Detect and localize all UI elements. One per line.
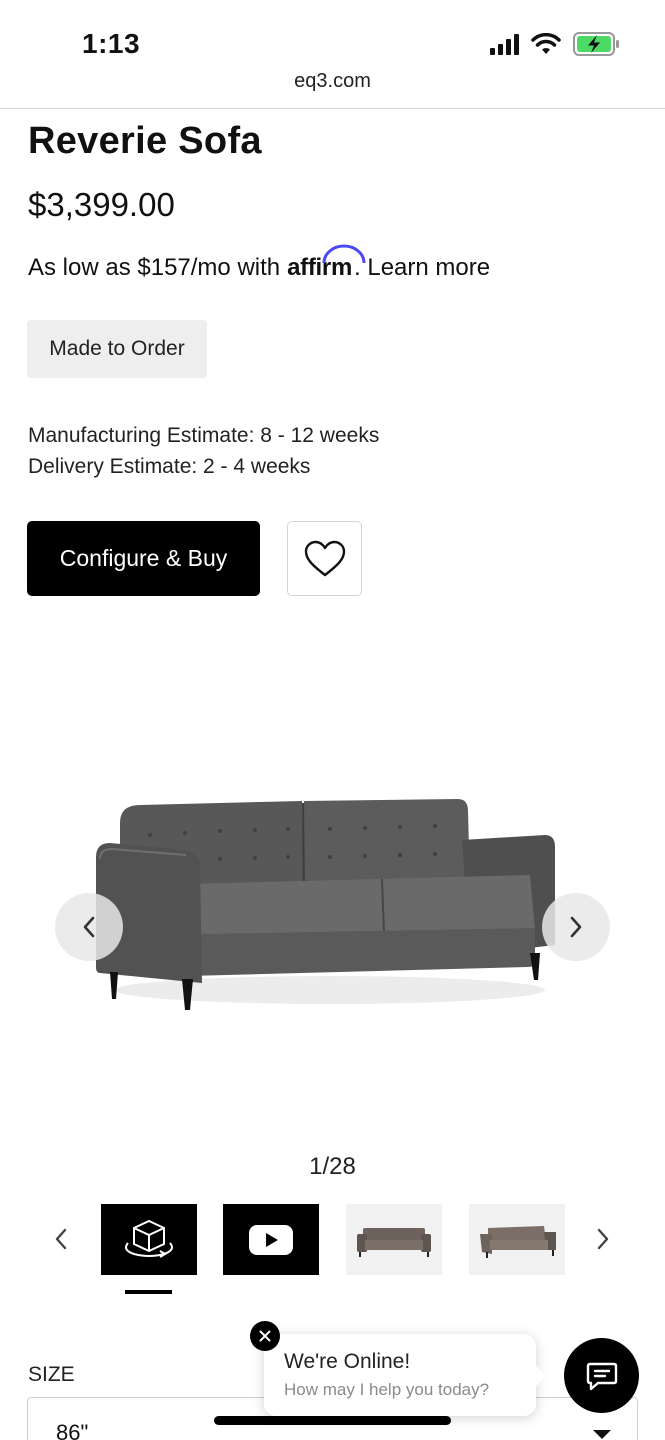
thumbnail-sofa-2[interactable] <box>469 1204 565 1275</box>
product-gallery[interactable] <box>0 640 665 1140</box>
thumbnail-sofa-1[interactable] <box>346 1204 442 1275</box>
home-indicator <box>214 1416 451 1425</box>
affirm-logo: affirm <box>287 244 366 282</box>
learn-more-link[interactable]: . Learn more <box>354 254 490 282</box>
thumbnail-video[interactable] <box>223 1204 319 1275</box>
cellular-signal-icon <box>490 33 519 55</box>
size-selected-value: 86" <box>56 1420 89 1440</box>
chat-close-button[interactable] <box>250 1321 280 1351</box>
chevron-left-icon <box>83 916 95 938</box>
status-bar: 1:13 eq3.com <box>0 0 665 92</box>
active-thumbnail-indicator <box>125 1290 172 1294</box>
dropdown-caret-icon <box>593 1430 611 1439</box>
status-time: 1:13 <box>82 28 141 59</box>
thumbs-prev-button[interactable] <box>46 1224 76 1254</box>
sofa-thumbnail-icon <box>480 1225 556 1258</box>
wifi-icon <box>531 33 561 54</box>
chat-icon <box>586 1362 617 1390</box>
heart-icon <box>304 540 345 576</box>
financing-line: As low as $157/mo with affirm . Learn mo… <box>28 244 490 282</box>
status-icons <box>490 32 621 56</box>
configure-buy-button[interactable]: Configure & Buy <box>27 521 260 596</box>
estimates: Manufacturing Estimate: 8 - 12 weeks Del… <box>28 420 379 482</box>
made-to-order-badge: Made to Order <box>27 320 207 378</box>
sofa-thumbnail-icon <box>357 1227 431 1257</box>
thumbnail-3d-view[interactable] <box>101 1204 197 1275</box>
gallery-prev-button[interactable] <box>55 893 123 961</box>
size-label: SIZE <box>28 1363 75 1386</box>
thumbs-next-button[interactable] <box>588 1224 618 1254</box>
financing-text: As low as $157/mo with <box>28 254 281 281</box>
product-price: $3,399.00 <box>28 186 175 223</box>
affirm-arc-icon <box>322 244 366 264</box>
chevron-right-icon <box>597 1228 609 1250</box>
battery-charging-icon <box>573 32 619 56</box>
manufacturing-estimate: Manufacturing Estimate: 8 - 12 weeks <box>28 424 380 447</box>
gallery-next-button[interactable] <box>542 893 610 961</box>
header-divider <box>0 108 665 109</box>
wishlist-button[interactable] <box>287 521 362 596</box>
chat-prompt-bubble[interactable]: We're Online! How may I help you today? <box>264 1334 546 1416</box>
url-bar[interactable]: eq3.com <box>0 70 665 93</box>
gallery-counter: 1/28 <box>309 1153 356 1180</box>
chat-launcher-button[interactable] <box>564 1338 639 1413</box>
chat-title: We're Online! <box>284 1350 411 1373</box>
chat-subtitle: How may I help you today? <box>284 1380 490 1399</box>
sofa-product-image <box>96 799 555 1010</box>
3d-view-icon <box>125 1219 173 1258</box>
chevron-left-icon <box>55 1228 67 1250</box>
thumbnail-strip <box>0 1204 665 1294</box>
close-icon <box>259 1330 271 1342</box>
delivery-estimate: Delivery Estimate: 2 - 4 weeks <box>28 455 311 478</box>
chevron-right-icon <box>570 916 582 938</box>
product-title: Reverie Sofa <box>28 120 262 162</box>
video-play-icon <box>249 1224 293 1255</box>
